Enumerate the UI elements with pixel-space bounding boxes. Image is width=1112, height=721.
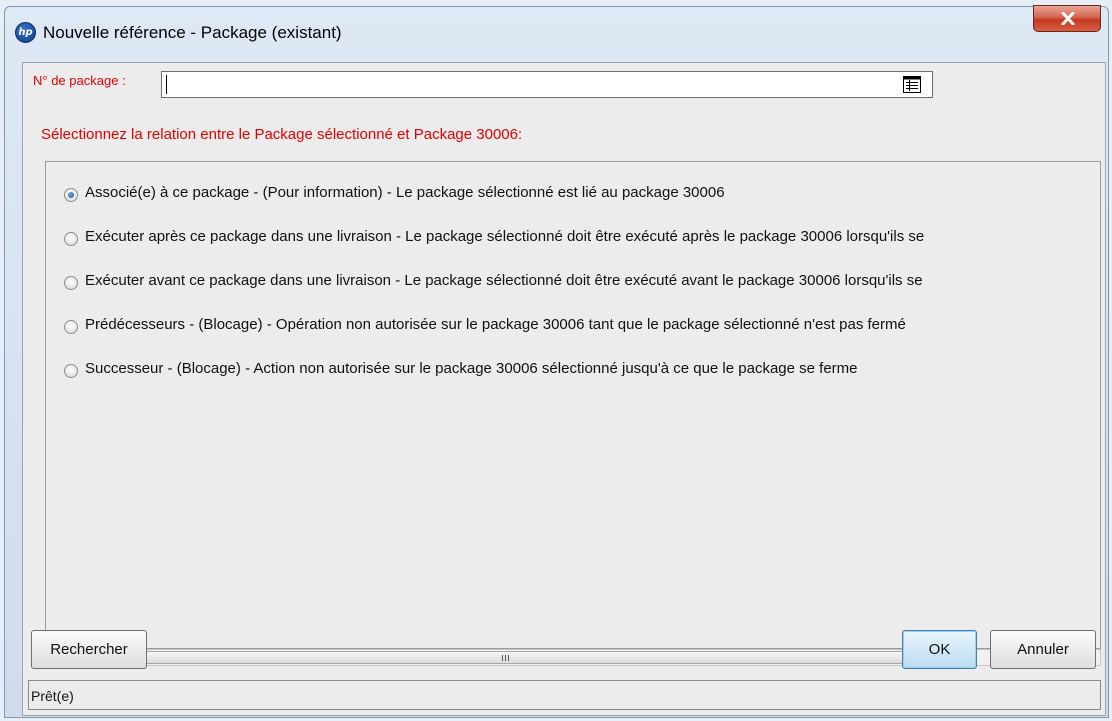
radio-unselected-icon[interactable]: [64, 276, 78, 290]
relation-option-label: Prédécesseurs - (Blocage) - Opération no…: [85, 316, 906, 333]
hp-logo-icon: hp: [15, 22, 36, 43]
title-bar[interactable]: hp Nouvelle référence - Package (existan…: [5, 5, 1108, 59]
radio-unselected-icon[interactable]: [64, 364, 78, 378]
status-bar: Prêt(e): [28, 680, 1101, 710]
scrollbar-thumb[interactable]: [62, 651, 952, 664]
dialog-body: N° de package : Sélectionnez la relation…: [22, 62, 1106, 716]
close-button[interactable]: [1033, 5, 1101, 32]
relation-options-panel: Associé(e) à ce package - (Pour informat…: [45, 161, 1101, 649]
window-title: Nouvelle référence - Package (existant): [43, 23, 342, 42]
relation-option-label: Successeur - (Blocage) - Action non auto…: [85, 360, 858, 377]
relation-option-label: Associé(e) à ce package - (Pour informat…: [85, 184, 725, 201]
text-caret: [166, 75, 167, 94]
package-number-label: N° de package :: [33, 73, 126, 88]
dialog-window: hp Nouvelle référence - Package (existan…: [4, 5, 1109, 718]
cancel-button[interactable]: Annuler: [990, 630, 1096, 669]
status-text: Prêt(e): [31, 688, 74, 704]
package-number-field[interactable]: [161, 71, 933, 98]
relation-option-label: Exécuter avant ce package dans une livra…: [85, 272, 923, 289]
scrollbar-grip-icon: [502, 655, 509, 661]
radio-unselected-icon[interactable]: [64, 232, 78, 246]
ok-button[interactable]: OK: [902, 630, 977, 669]
radio-unselected-icon[interactable]: [64, 320, 78, 334]
lookup-list-icon[interactable]: [903, 76, 921, 93]
relation-option-label: Exécuter après ce package dans une livra…: [85, 228, 925, 245]
search-button[interactable]: Rechercher: [31, 630, 147, 669]
package-number-input[interactable]: [165, 73, 865, 96]
close-icon: [1061, 12, 1075, 25]
radio-selected-icon[interactable]: [64, 188, 78, 202]
relation-instruction: Sélectionnez la relation entre le Packag…: [41, 126, 523, 143]
